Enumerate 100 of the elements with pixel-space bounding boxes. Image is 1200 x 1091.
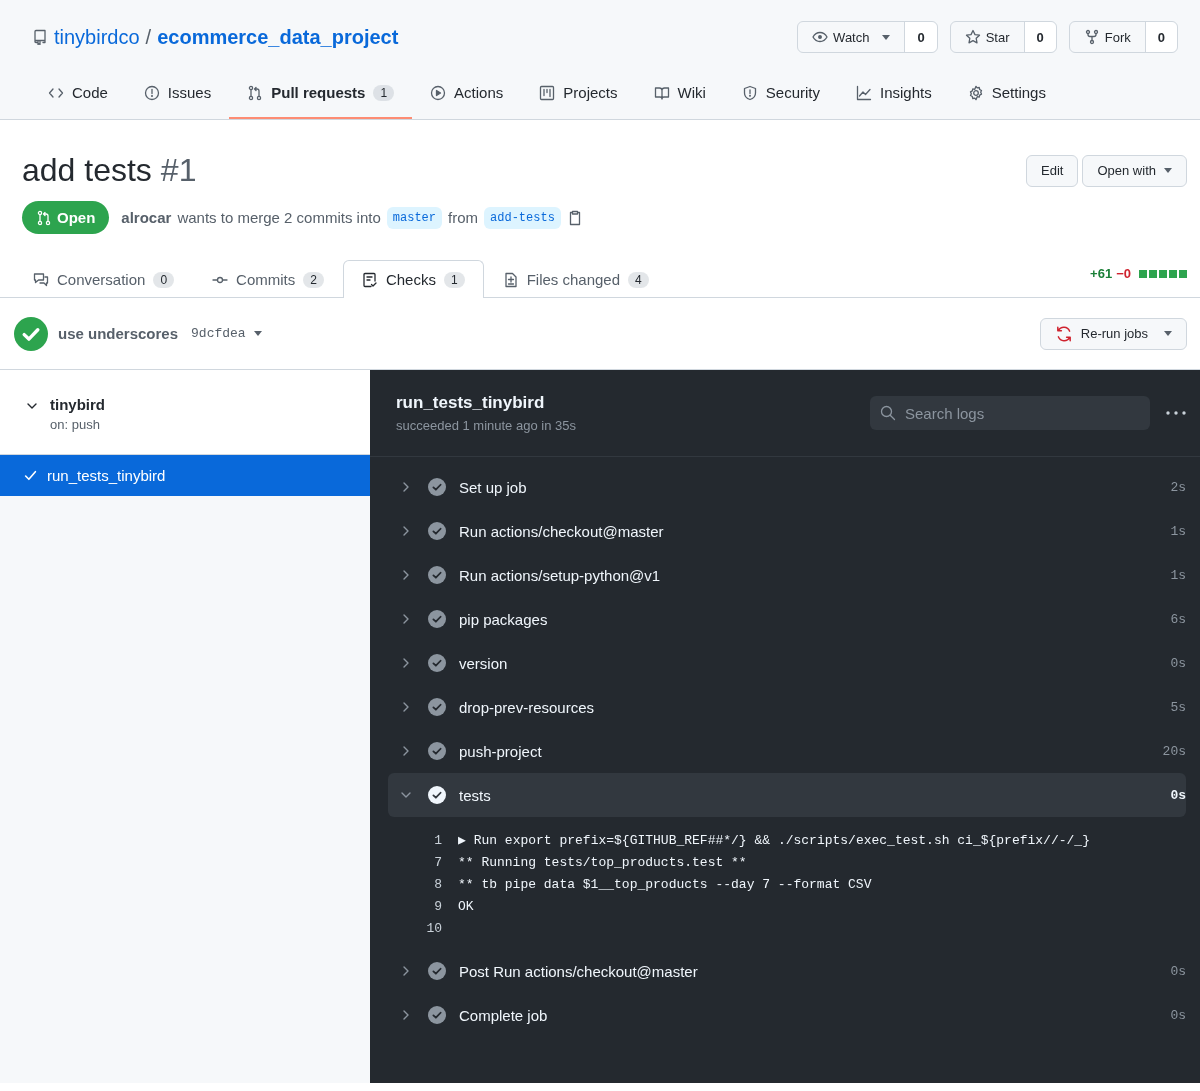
step-name: Post Run actions/checkout@master [459, 962, 698, 980]
checklist-icon [361, 271, 378, 288]
repo-name-link[interactable]: ecommerce_data_project [157, 25, 399, 49]
step-name: Run actions/checkout@master [459, 522, 664, 540]
job-step[interactable]: tests 0s [388, 773, 1186, 817]
pr-author: alrocar [121, 209, 172, 226]
step-name: push-project [459, 742, 542, 760]
repo-action-count[interactable]: 0 [1145, 22, 1177, 52]
commit-message: use underscores [58, 325, 179, 342]
settings-icon [967, 84, 984, 101]
counter: 1 [373, 84, 395, 101]
repo-nav-tab[interactable]: Code [30, 66, 126, 119]
caret-icon [1164, 168, 1172, 173]
pr-tab[interactable]: Conversation 0 [14, 260, 194, 298]
repo-nav-tab[interactable]: Wiki [635, 66, 724, 119]
book-icon [653, 84, 670, 101]
path-separator: / [145, 25, 152, 49]
step-duration: 5s [1170, 699, 1186, 715]
step-name: tests [459, 786, 491, 804]
repo-nav-tab[interactable]: Projects [521, 66, 636, 119]
step-duration: 0s [1170, 655, 1186, 671]
head-branch: add-tests [484, 206, 561, 229]
line-number: 10 [425, 920, 442, 936]
commit-sha-dropdown[interactable]: 9dcfdea [191, 326, 262, 341]
check-circle-icon [428, 742, 446, 760]
success-check-icon [14, 316, 48, 351]
step-name: Run actions/setup-python@v1 [459, 566, 661, 584]
log-line: ▶ Run export prefix=${GITHUB_REF##*/} && ./scripts/exec_test.sh ci_${prefix//-/_} [458, 832, 1090, 848]
job-step[interactable]: Run actions/checkout@master 1s [388, 509, 1186, 553]
diff-file-icon [502, 271, 519, 288]
job-item[interactable]: run_tests_tinybird [0, 455, 370, 496]
repo-nav-tab[interactable]: Insights [838, 66, 950, 119]
repo-nav-tab[interactable]: Security [723, 66, 838, 119]
check-circle-icon [428, 654, 446, 672]
repo-nav-tab[interactable]: Settings [949, 66, 1064, 119]
repo-action-count[interactable]: 0 [1024, 22, 1056, 52]
graph-icon [856, 84, 872, 101]
job-step[interactable]: version 0s [388, 641, 1186, 685]
check-circle-icon [428, 610, 446, 628]
pr-state-badge: Open [22, 201, 110, 234]
step-name: Set up job [459, 478, 527, 496]
repo-action-button[interactable]: Fork [1069, 22, 1146, 52]
workflow-item[interactable]: tinybird on: push [0, 370, 370, 455]
line-number: 8 [433, 876, 442, 892]
issue-icon [143, 84, 160, 101]
job-status: succeeded 1 minute ago in 35s [396, 418, 577, 433]
log-line: OK [458, 898, 474, 914]
header-button[interactable]: Edit [1026, 154, 1079, 187]
repo-action-button[interactable]: Star [950, 22, 1025, 52]
counter: 1 [443, 271, 465, 288]
pr-title: add tests [22, 152, 152, 189]
connector-text: from [448, 209, 479, 226]
merge-text: wants to merge 2 commits into [177, 209, 381, 226]
step-duration: 0s [1170, 1007, 1186, 1023]
base-branch: master [386, 206, 443, 229]
job-step[interactable]: Complete job 0s [388, 993, 1186, 1037]
job-step[interactable]: pip packages 6s [388, 597, 1186, 641]
job-step[interactable]: Post Run actions/checkout@master 0s [388, 949, 1186, 993]
pr-tab[interactable]: Files changed 4 [483, 260, 668, 298]
repo-owner-link[interactable]: tinybirdco [54, 25, 140, 49]
repo-nav-tab[interactable]: Actions [412, 66, 522, 119]
rerun-jobs-button[interactable]: Re-run jobs [1039, 317, 1187, 350]
job-step[interactable]: Run actions/setup-python@v1 1s [388, 553, 1186, 597]
check-circle-icon [428, 698, 446, 716]
caret-icon [882, 34, 891, 40]
repo-action-count[interactable]: 0 [905, 22, 937, 52]
deletions-count: −0 [1116, 266, 1131, 281]
caret-icon [1164, 331, 1172, 336]
play-icon [430, 84, 447, 101]
step-duration: 2s [1170, 479, 1186, 495]
more-icon[interactable] [1166, 411, 1186, 415]
step-duration: 20s [1162, 743, 1186, 759]
speech-bubbles-icon [33, 271, 49, 288]
line-number: 9 [433, 898, 442, 914]
job-step[interactable]: push-project 20s [388, 729, 1186, 773]
pr-tab[interactable]: Commits 2 [193, 260, 343, 298]
additions-count: +61 [1090, 266, 1113, 281]
check-icon [24, 469, 37, 482]
counter: 0 [153, 271, 175, 288]
job-title: run_tests_tinybird [396, 393, 546, 413]
log-line: ** Running tests/top_products.test ** [458, 854, 747, 870]
pull-request-icon [36, 209, 52, 226]
step-duration: 6s [1170, 611, 1186, 627]
header-button[interactable]: Open with [1082, 154, 1187, 187]
line-number: 1 [433, 832, 442, 848]
job-step[interactable]: drop-prev-resources 5s [388, 685, 1186, 729]
counter: 2 [303, 271, 324, 288]
search-logs-field[interactable]: Search logs [870, 396, 1150, 430]
pr-tab[interactable]: Checks 1 [342, 260, 484, 298]
step-duration: 0s [1170, 963, 1186, 979]
line-number: 7 [433, 854, 442, 870]
pr-number: #1 [160, 152, 197, 189]
fork-icon [1083, 29, 1100, 45]
repo-nav-tab[interactable]: Pull requests 1 [229, 66, 413, 119]
repo-nav-tab[interactable]: Issues [125, 66, 230, 119]
job-step[interactable]: Set up job 2s [388, 465, 1186, 509]
sync-icon [1054, 324, 1073, 343]
step-name: pip packages [459, 610, 548, 628]
workflow-name: tinybird [50, 396, 105, 413]
log-line: ** tb pipe data $1__top_products --day 7 --format CSV [458, 876, 872, 892]
